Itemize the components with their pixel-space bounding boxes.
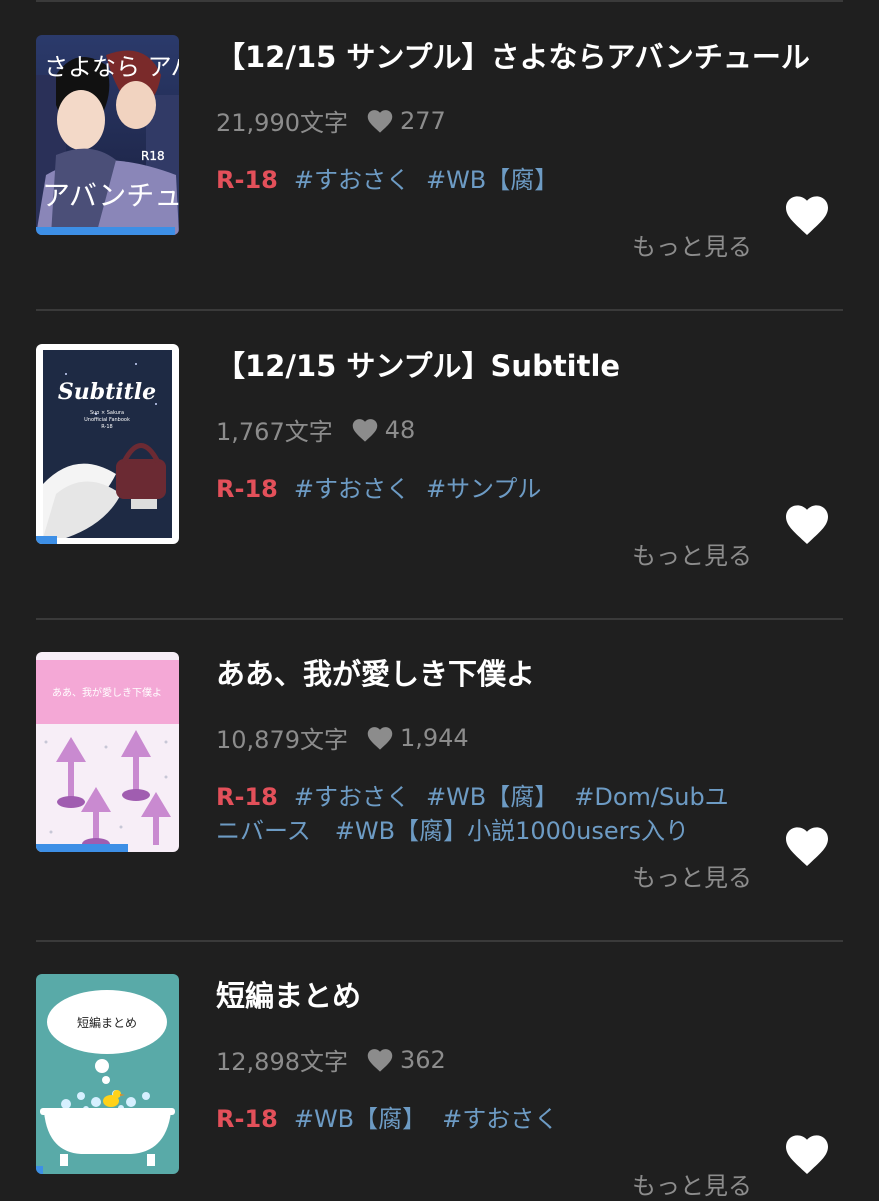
work-item[interactable]: ああ、我が愛しき下僕よ ああ、我が愛しき下僕よ 10,879文字 1,944 R… (36, 652, 843, 932)
work-cover[interactable]: 短編まとめ (36, 974, 179, 1174)
like-button[interactable] (783, 1132, 831, 1176)
heart-icon (366, 108, 394, 134)
tag-link[interactable]: #WB【腐】 (426, 166, 558, 194)
svg-text:R-18: R-18 (101, 424, 112, 430)
rating-badge: R-18 (216, 1105, 278, 1133)
cover-illustration: Subtitle Suo × Sakura Unofficial Fanbook… (36, 344, 179, 544)
cover-illustration: ああ、我が愛しき下僕よ (36, 652, 179, 852)
tag-list: R-18 #すおさく #WB【腐】 (216, 163, 776, 197)
tag-link[interactable]: ニバース #WB【腐】小説1000users入り (216, 817, 689, 845)
work-cover[interactable]: ああ、我が愛しき下僕よ (36, 652, 179, 852)
like-button[interactable] (783, 193, 831, 237)
work-title[interactable]: 【12/15 サンプル】さよならアバンチュール (216, 37, 846, 77)
tag-link[interactable]: #WB【腐】 (426, 783, 558, 811)
work-meta: 1,767文字 48 (216, 412, 415, 447)
like-count: 277 (399, 106, 446, 135)
tag-link[interactable]: #Dom/Subユ (574, 783, 728, 811)
read-progress-bar (36, 536, 58, 544)
svg-text:ああ、我が愛しき下僕よ: ああ、我が愛しき下僕よ (52, 686, 162, 699)
top-divider (36, 0, 843, 2)
work-meta: 21,990文字 277 (216, 103, 446, 138)
tag-link[interactable]: #WB【腐】 (294, 1105, 426, 1133)
work-cover[interactable]: Subtitle Suo × Sakura Unofficial Fanbook… (36, 344, 179, 544)
char-count: 12,898文字 (216, 1048, 348, 1076)
rating-badge: R-18 (216, 475, 278, 503)
work-meta: 12,898文字 362 (216, 1042, 446, 1077)
char-count: 10,879文字 (216, 726, 348, 754)
tag-link[interactable]: #すおさく (294, 475, 410, 503)
tag-link[interactable]: #すおさく (442, 1105, 558, 1133)
heart-icon (786, 1135, 828, 1174)
svg-text:さよなら アバンチュール: さよなら アバンチュール (44, 53, 179, 81)
tag-link[interactable]: #すおさく (294, 783, 410, 811)
item-divider (36, 309, 843, 311)
heart-icon (366, 725, 394, 751)
work-title[interactable]: 短編まとめ (216, 976, 846, 1016)
svg-text:R18: R18 (141, 149, 165, 163)
work-item[interactable]: Subtitle Suo × Sakura Unofficial Fanbook… (36, 344, 843, 614)
svg-text:アバンチュール: アバンチュール (42, 179, 179, 212)
heart-icon (351, 417, 379, 443)
tag-link[interactable]: #すおさく (294, 166, 410, 194)
work-item[interactable]: さよなら アバンチュール R18 アバンチュール 【12/15 サンプル】さよな… (36, 35, 843, 305)
heart-icon (366, 1047, 394, 1073)
tag-link[interactable]: #サンプル (426, 475, 541, 503)
cover-illustration: さよなら アバンチュール R18 アバンチュール (36, 35, 179, 235)
work-cover[interactable]: さよなら アバンチュール R18 アバンチュール (36, 35, 179, 235)
rating-badge: R-18 (216, 166, 278, 194)
see-more-link[interactable]: もっと見る (632, 1166, 752, 1201)
work-title[interactable]: ああ、我が愛しき下僕よ (216, 654, 846, 694)
like-count: 362 (399, 1045, 446, 1074)
read-progress-bar (36, 1166, 44, 1174)
item-divider (36, 618, 843, 620)
heart-icon (786, 827, 828, 866)
svg-text:Suo × Sakura: Suo × Sakura (90, 410, 124, 416)
like-button[interactable] (783, 824, 831, 868)
see-more-link[interactable]: もっと見る (632, 227, 752, 262)
heart-icon (786, 196, 828, 235)
read-progress-bar (36, 844, 128, 852)
heart-icon (786, 505, 828, 544)
work-meta: 10,879文字 1,944 (216, 720, 469, 755)
work-title[interactable]: 【12/15 サンプル】Subtitle (216, 346, 846, 386)
tag-list: R-18 #すおさく #WB【腐】 #Dom/Subユニバース #WB【腐】小説100… (216, 780, 776, 848)
svg-text:Subtitle: Subtitle (58, 379, 156, 405)
svg-text:Unofficial Fanbook: Unofficial Fanbook (84, 417, 130, 423)
like-button[interactable] (783, 502, 831, 546)
read-progress-bar (36, 227, 175, 235)
svg-text:短編まとめ: 短編まとめ (77, 1015, 137, 1030)
see-more-link[interactable]: もっと見る (632, 858, 752, 893)
rating-badge: R-18 (216, 783, 278, 811)
work-item[interactable]: 短編まとめ 短編まとめ 12,898文字 362 R-18 #WB【腐】 #すおさく (36, 974, 843, 1200)
item-divider (36, 940, 843, 942)
tag-list: R-18 #すおさく #サンプル (216, 472, 776, 506)
like-count: 48 (384, 415, 416, 444)
cover-illustration: 短編まとめ (36, 974, 179, 1174)
char-count: 21,990文字 (216, 109, 348, 137)
tag-list: R-18 #WB【腐】 #すおさく (216, 1102, 776, 1136)
like-count: 1,944 (399, 723, 469, 752)
see-more-link[interactable]: もっと見る (632, 536, 752, 571)
char-count: 1,767文字 (216, 418, 333, 446)
